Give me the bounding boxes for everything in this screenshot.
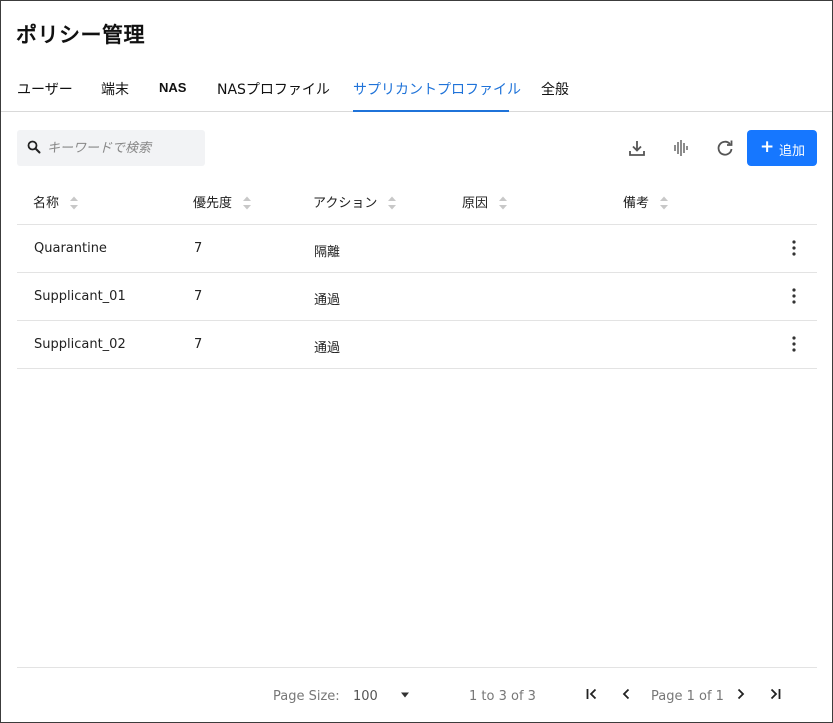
cell-action: 隔離 [314,245,341,260]
page-size-label: Page Size: [273,689,340,704]
column-header-label: 原因 [462,196,489,211]
page-size-select[interactable]: 100 [353,689,378,704]
cell-action: 通過 [314,341,341,356]
more-vert-icon[interactable] [789,335,799,353]
more-vert-icon[interactable] [789,239,799,257]
sort-icon [388,196,397,209]
tab-bar: ユーザー 端末 NAS NASプロファイル サプリカントプロファイル 全般 [1,71,832,112]
more-vert-icon[interactable] [789,287,799,305]
sort-icon [499,196,508,209]
cell-name: Quarantine [34,241,107,256]
search-input[interactable] [47,130,202,166]
page-title: ポリシー管理 [16,23,145,47]
table-row[interactable]: Quarantine 7 隔離 [17,225,817,273]
next-page-icon[interactable] [733,686,749,702]
download-icon[interactable] [625,136,649,160]
tab-devices[interactable]: 端末 [101,79,129,112]
column-header-label: 名称 [33,196,60,211]
column-header-priority[interactable]: 優先度 [193,192,252,212]
search-box [17,130,205,166]
chevron-down-icon[interactable] [400,691,410,699]
refresh-icon[interactable] [713,136,737,160]
pagination-bar: Page Size: 100 1 to 3 of 3 Page 1 of 1 [17,667,817,723]
cell-priority: 7 [194,241,203,256]
column-header-label: 備考 [623,196,650,211]
last-page-icon[interactable] [767,686,783,702]
table-row[interactable]: Supplicant_01 7 通過 [17,273,817,321]
row-range-text: 1 to 3 of 3 [469,689,536,704]
cell-name: Supplicant_02 [34,337,126,352]
search-icon [27,140,41,154]
cell-name: Supplicant_01 [34,289,126,304]
tab-users[interactable]: ユーザー [17,79,73,112]
table-header: 名称 優先度 アクション 原因 備考 [17,175,817,225]
cell-action: 通過 [314,293,341,308]
first-page-icon[interactable] [584,686,600,702]
column-header-label: 優先度 [193,196,233,211]
add-button[interactable]: + 追加 [747,130,817,166]
page-indicator: Page 1 of 1 [651,689,724,704]
column-header-reason[interactable]: 原因 [462,192,508,212]
table-row[interactable]: Supplicant_02 7 通過 [17,321,817,369]
tab-supplicant-profile[interactable]: サプリカントプロファイル [353,79,521,112]
tab-nas-profile[interactable]: NASプロファイル [217,79,330,112]
sort-icon [70,196,79,209]
waveform-icon[interactable] [669,136,693,160]
column-header-label: アクション [313,196,378,211]
column-header-action[interactable]: アクション [313,192,397,212]
plus-icon: + [760,137,775,157]
previous-page-icon[interactable] [618,686,634,702]
column-header-note[interactable]: 備考 [623,192,669,212]
sort-icon [660,196,669,209]
cell-priority: 7 [194,289,203,304]
policy-table: 名称 優先度 アクション 原因 備考 Quarantine 7 隔離 Suppl… [17,175,817,369]
column-header-name[interactable]: 名称 [33,192,79,212]
tab-general[interactable]: 全般 [541,79,569,112]
cell-priority: 7 [194,337,203,352]
app-window: ポリシー管理 ユーザー 端末 NAS NASプロファイル サプリカントプロファイ… [0,0,833,723]
tab-nas[interactable]: NAS [159,80,186,113]
add-button-label: 追加 [779,144,806,159]
sort-icon [243,196,252,209]
